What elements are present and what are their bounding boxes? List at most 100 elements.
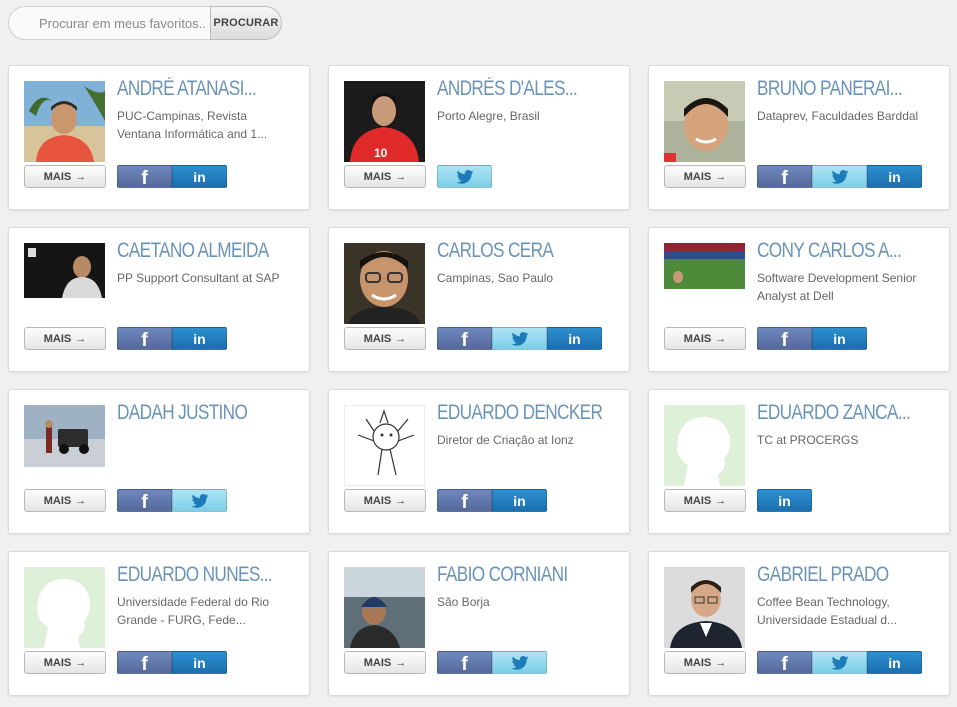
profile-name[interactable]: ANDRÉS D'ALES... xyxy=(437,77,593,101)
social-buttons: f xyxy=(437,651,547,675)
facebook-button[interactable]: f xyxy=(117,327,172,351)
search-bar: PROCURAR xyxy=(8,6,282,40)
profile-card: CAETANO ALMEIDA PP Support Consultant at … xyxy=(8,227,310,372)
facebook-button[interactable]: f xyxy=(437,651,492,675)
facebook-button[interactable]: f xyxy=(757,165,812,189)
linkedin-icon: in xyxy=(193,168,206,185)
facebook-button[interactable]: f xyxy=(437,489,492,513)
linkedin-icon: in xyxy=(568,330,581,347)
profile-card: EDUARDO DENCKER Diretor de Criação at Ion… xyxy=(328,389,630,534)
more-label: MAIS xyxy=(683,170,712,183)
arrow-right-icon: → xyxy=(715,170,727,183)
profile-description: Coffee Bean Technology, Universidade Est… xyxy=(757,595,898,627)
avatar[interactable] xyxy=(344,567,425,648)
linkedin-icon: in xyxy=(193,330,206,347)
more-label: MAIS xyxy=(683,494,712,507)
avatar[interactable] xyxy=(664,567,745,648)
more-button[interactable]: MAIS → xyxy=(664,651,746,674)
linkedin-button[interactable]: in xyxy=(547,327,602,350)
facebook-button[interactable]: f xyxy=(117,165,172,189)
social-buttons: f xyxy=(117,489,227,513)
twitter-icon xyxy=(511,655,528,670)
facebook-button[interactable]: f xyxy=(757,327,812,351)
linkedin-button[interactable]: in xyxy=(867,165,922,188)
more-button[interactable]: MAIS → xyxy=(664,165,746,188)
facebook-icon: f xyxy=(781,653,788,675)
search-input[interactable] xyxy=(8,6,210,40)
profile-card: FABIO CORNIANI São Borja MAIS → f xyxy=(328,551,630,696)
facebook-button[interactable]: f xyxy=(757,651,812,675)
more-label: MAIS xyxy=(683,656,712,669)
avatar[interactable] xyxy=(24,81,105,162)
twitter-button[interactable] xyxy=(492,651,547,674)
social-buttons: f in xyxy=(117,651,227,675)
linkedin-icon: in xyxy=(778,492,791,509)
twitter-button[interactable] xyxy=(492,327,547,350)
twitter-button[interactable] xyxy=(437,165,492,188)
twitter-icon xyxy=(456,169,473,184)
more-button[interactable]: MAIS → xyxy=(344,327,426,350)
linkedin-button[interactable]: in xyxy=(172,327,227,350)
search-button[interactable]: PROCURAR xyxy=(210,6,282,40)
twitter-icon xyxy=(191,493,208,508)
avatar[interactable] xyxy=(24,567,105,648)
linkedin-button[interactable]: in xyxy=(492,489,547,512)
avatar[interactable] xyxy=(664,81,745,162)
profile-name[interactable]: CONY CARLOS A... xyxy=(757,239,913,263)
more-button[interactable]: MAIS → xyxy=(344,165,426,188)
linkedin-button[interactable]: in xyxy=(172,165,227,188)
profile-name[interactable]: CARLOS CERA xyxy=(437,239,593,263)
profile-name[interactable]: FABIO CORNIANI xyxy=(437,563,593,587)
more-label: MAIS xyxy=(683,332,712,345)
profile-name[interactable]: ANDRÉ ATANASI... xyxy=(117,77,273,101)
profile-card: BRUNO PANERAI... Dataprev, Faculdades Bar… xyxy=(648,65,950,210)
profile-name[interactable]: BRUNO PANERAI... xyxy=(757,77,913,101)
linkedin-button[interactable]: in xyxy=(867,651,922,674)
profile-description: TC at PROCERGS xyxy=(757,433,859,447)
profile-name[interactable]: EDUARDO ZANCA... xyxy=(757,401,913,425)
avatar[interactable] xyxy=(24,405,105,486)
arrow-right-icon: → xyxy=(75,656,87,669)
profile-name[interactable]: DADAH JUSTINO xyxy=(117,401,273,425)
twitter-button[interactable] xyxy=(812,165,867,188)
facebook-button[interactable]: f xyxy=(437,327,492,351)
profile-card: CONY CARLOS A... Software Development Sen… xyxy=(648,227,950,372)
profile-name[interactable]: EDUARDO NUNES... xyxy=(117,563,273,587)
avatar[interactable]: 10 xyxy=(344,81,425,162)
arrow-right-icon: → xyxy=(715,656,727,669)
avatar[interactable] xyxy=(664,243,745,324)
avatar[interactable] xyxy=(664,405,745,486)
facebook-icon: f xyxy=(461,329,468,351)
more-button[interactable]: MAIS → xyxy=(24,489,106,512)
avatar[interactable] xyxy=(24,243,105,324)
profile-name[interactable]: EDUARDO DENCKER xyxy=(437,401,603,425)
profile-description: Porto Alegre, Brasil xyxy=(437,109,540,123)
facebook-button[interactable]: f xyxy=(117,489,172,513)
arrow-right-icon: → xyxy=(395,170,407,183)
more-button[interactable]: MAIS → xyxy=(344,651,426,674)
twitter-button[interactable] xyxy=(172,489,227,512)
more-button[interactable]: MAIS → xyxy=(24,165,106,188)
arrow-right-icon: → xyxy=(715,494,727,507)
more-button[interactable]: MAIS → xyxy=(344,489,426,512)
more-button[interactable]: MAIS → xyxy=(664,327,746,350)
arrow-right-icon: → xyxy=(395,332,407,345)
linkedin-button[interactable]: in xyxy=(812,327,867,350)
more-button[interactable]: MAIS → xyxy=(24,327,106,350)
arrow-right-icon: → xyxy=(715,332,727,345)
twitter-button[interactable] xyxy=(812,651,867,674)
avatar[interactable] xyxy=(344,243,425,324)
more-button[interactable]: MAIS → xyxy=(24,651,106,674)
twitter-icon xyxy=(831,655,848,670)
arrow-right-icon: → xyxy=(75,494,87,507)
social-buttons xyxy=(437,165,492,188)
avatar[interactable] xyxy=(344,405,425,486)
linkedin-button[interactable]: in xyxy=(757,489,812,512)
linkedin-icon: in xyxy=(888,654,901,671)
more-button[interactable]: MAIS → xyxy=(664,489,746,512)
profile-card: EDUARDO NUNES... Universidade Federal do … xyxy=(8,551,310,696)
facebook-button[interactable]: f xyxy=(117,651,172,675)
profile-name[interactable]: CAETANO ALMEIDA xyxy=(117,239,273,263)
linkedin-button[interactable]: in xyxy=(172,651,227,674)
profile-name[interactable]: GABRIEL PRADO xyxy=(757,563,913,587)
